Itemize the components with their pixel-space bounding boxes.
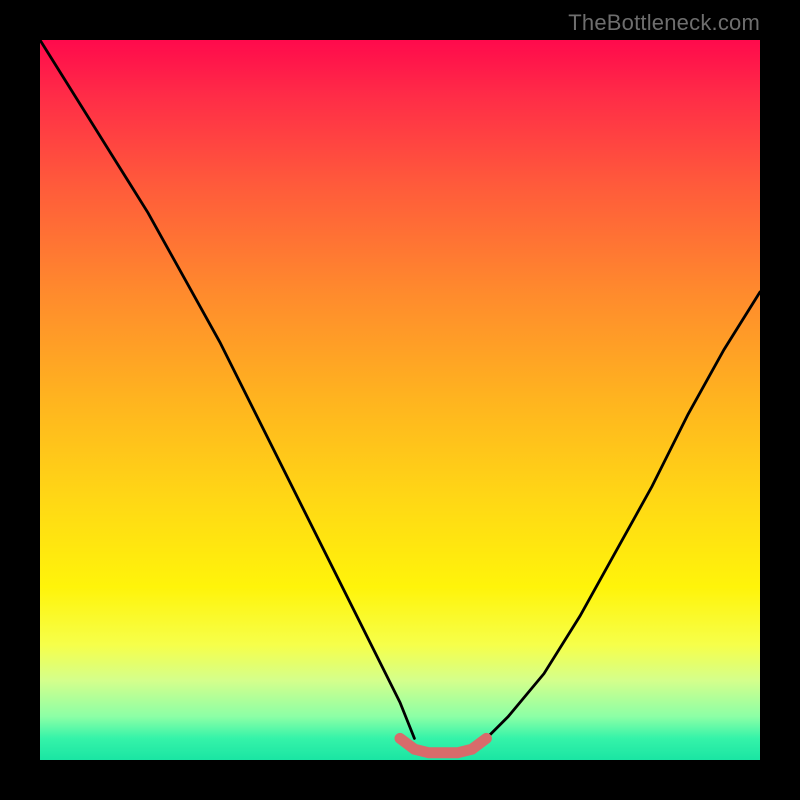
watermark-label: TheBottleneck.com [568,10,760,36]
bottom-accent-band [400,738,486,752]
chart-frame: TheBottleneck.com [0,0,800,800]
curve-layer [40,40,760,760]
curve-right-branch [486,292,760,738]
curve-left-branch [40,40,414,738]
